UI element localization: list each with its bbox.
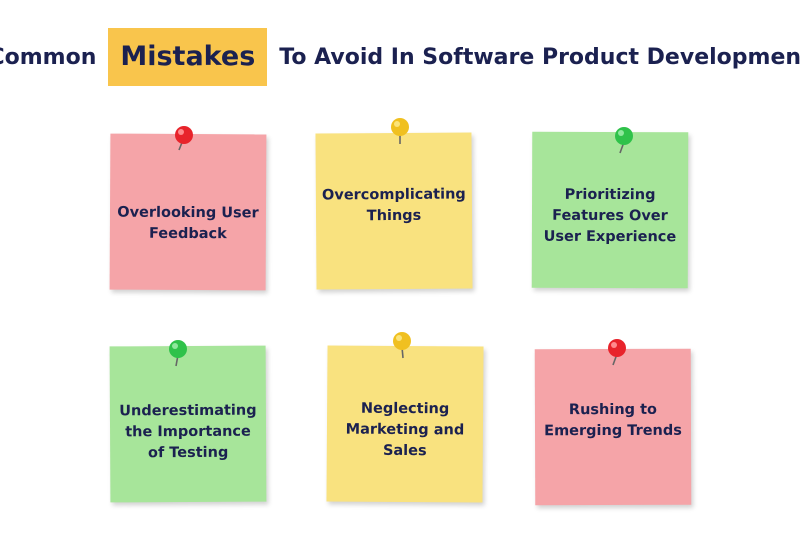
title-suffix: To Avoid In Software Product Development [279,44,800,70]
red-pushpin-icon [608,339,626,366]
note-text: Neglecting Marketing and Sales [345,400,465,459]
sticky-note-3: Prioritizing Features Over User Experien… [531,131,689,289]
sticky-note-4: Underestimating the Importance of Testin… [109,345,267,503]
red-pushpin-icon [175,126,193,151]
yellow-pushpin-icon [393,332,411,359]
green-pushpin-icon [169,340,187,367]
green-pushpin-icon [615,127,633,154]
note-text: Overcomplicating Things [321,186,466,225]
title-prefix: Common [0,44,97,70]
sticky-note-2: Overcomplicating Things [315,132,473,290]
note-text: Rushing to Emerging Trends [544,401,682,440]
sticky-note-1: Overlooking User Feedback [109,133,267,291]
note-text: Underestimating the Importance of Testin… [119,402,257,461]
title-highlight: Mistakes [108,28,268,86]
yellow-pushpin-icon [391,118,409,144]
sticky-note-6: Rushing to Emerging Trends [534,348,692,506]
note-text: Overlooking User Feedback [117,204,259,243]
page-title: Common Mistakes To Avoid In Software Pro… [0,28,800,86]
sticky-note-5: Neglecting Marketing and Sales [326,345,484,503]
note-text: Prioritizing Features Over User Experien… [543,186,677,245]
